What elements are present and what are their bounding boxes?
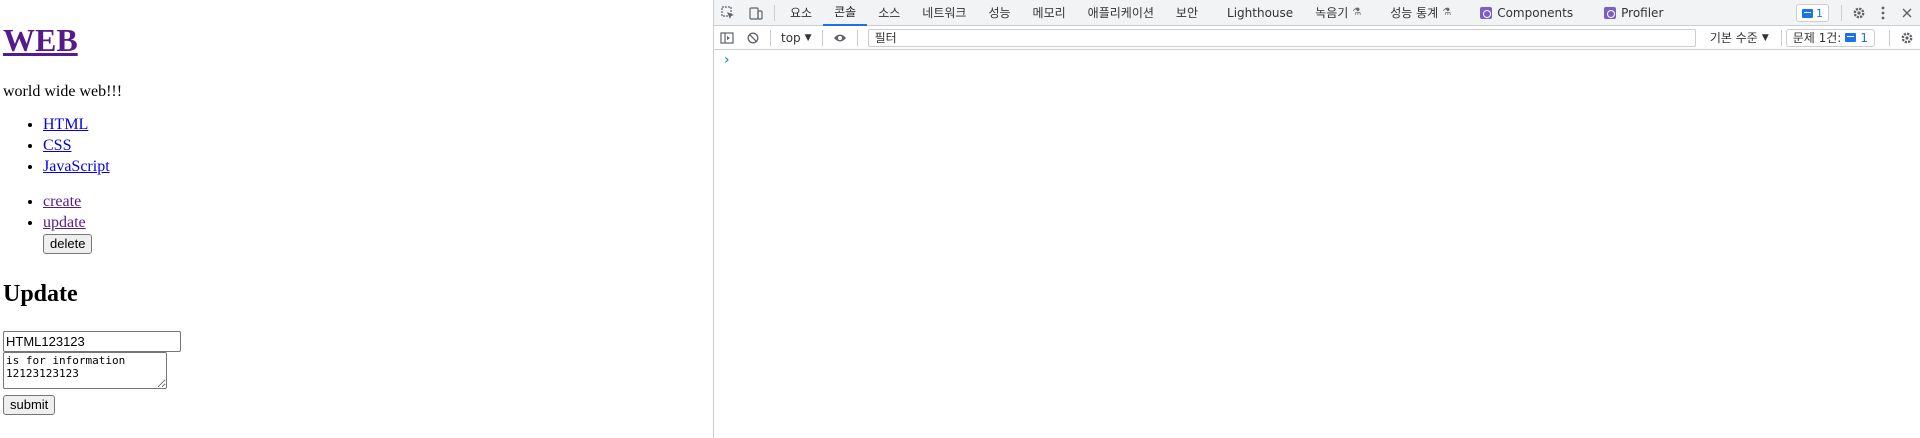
topic-link-css[interactable]: CSS — [43, 137, 71, 154]
console-settings-gear-icon[interactable] — [1894, 25, 1920, 51]
tab-performance-insights[interactable]: 성능 통계 ⚗ — [1372, 0, 1462, 26]
update-form: is for information 12123123123 submit — [3, 331, 712, 415]
topic-link-javascript[interactable]: JavaScript — [43, 158, 110, 175]
divider — [774, 4, 775, 21]
divider — [1841, 5, 1842, 21]
divider — [1780, 29, 1782, 46]
home-link[interactable]: WEB — [3, 22, 78, 58]
divider — [1889, 29, 1890, 46]
console-output[interactable]: › — [714, 50, 1920, 438]
divider — [821, 29, 823, 46]
dropdown-arrow-icon: ▼ — [804, 32, 812, 43]
list-item: JavaScript — [43, 156, 712, 177]
divider — [770, 29, 771, 46]
live-expression-eye-icon[interactable] — [827, 25, 853, 51]
context-selector[interactable]: top ▼ — [775, 26, 818, 50]
tab-lighthouse[interactable]: Lighthouse — [1209, 0, 1304, 26]
issues-badge[interactable]: 1 — [1796, 4, 1829, 22]
react-icon — [1480, 6, 1493, 19]
description-textarea[interactable]: is for information 12123123123 — [3, 352, 167, 389]
list-item: HTML — [43, 114, 712, 135]
console-prompt-chevron-icon: › — [724, 52, 730, 68]
context-value: top — [781, 30, 801, 45]
inspect-element-icon[interactable] — [714, 0, 742, 26]
dropdown-arrow-icon: ▼ — [1761, 32, 1769, 43]
tab-sources[interactable]: 소스 — [867, 0, 911, 26]
submit-button[interactable]: submit — [3, 395, 56, 415]
tab-recorder[interactable]: 녹음기 ⚗ — [1304, 0, 1372, 26]
tab-profiler[interactable]: Profiler — [1584, 0, 1674, 26]
tab-security[interactable]: 보안 — [1165, 0, 1209, 26]
issues-count: 1 — [1860, 30, 1868, 45]
flask-icon: ⚗ — [1442, 7, 1452, 18]
device-toolbar-icon[interactable] — [742, 0, 770, 26]
issues-button[interactable]: 문제 1건: 1 — [1785, 28, 1875, 47]
sidebar-toggle-icon[interactable] — [714, 25, 740, 51]
devtools-tab-bar: 요소 콘솔 소스 네트워크 성능 메모리 애플리케이션 보안 Lighthous… — [714, 0, 1920, 26]
tab-components[interactable]: Components — [1462, 0, 1584, 26]
title-input[interactable] — [3, 331, 181, 352]
form-heading: Update — [3, 281, 78, 307]
log-level-dropdown[interactable]: 기본 수준 ▼ — [1702, 29, 1777, 46]
update-link[interactable]: update — [43, 214, 86, 231]
control-list: create update — [3, 191, 712, 233]
list-item: CSS — [43, 135, 712, 156]
filter-placeholder: 필터 — [874, 31, 897, 45]
tab-elements[interactable]: 요소 — [779, 0, 823, 26]
more-options-icon[interactable] — [1872, 0, 1894, 26]
tab-label: 녹음기 — [1315, 6, 1349, 20]
topic-link-html[interactable]: HTML — [43, 116, 88, 133]
tab-network[interactable]: 네트워크 — [911, 0, 977, 26]
tab-label: Profiler — [1621, 5, 1664, 20]
submit-wrap: submit — [3, 395, 712, 415]
flask-icon: ⚗ — [1352, 7, 1362, 18]
react-icon — [1604, 6, 1617, 19]
list-item: update — [43, 212, 712, 233]
settings-gear-icon[interactable] — [1846, 0, 1872, 26]
list-item: create — [43, 191, 712, 212]
create-link[interactable]: create — [43, 193, 81, 210]
console-filter-input[interactable]: 필터 — [867, 28, 1696, 47]
topic-list: HTML CSS JavaScript — [3, 114, 712, 177]
tab-label: 성능 통계 — [1390, 6, 1439, 20]
message-icon — [1845, 33, 1857, 42]
tab-label: Lighthouse — [1227, 5, 1294, 20]
issues-badge-count: 1 — [1816, 6, 1823, 20]
delete-button[interactable]: delete — [43, 234, 93, 254]
issues-label: 문제 1건: — [1792, 31, 1842, 45]
delete-form: delete — [3, 234, 712, 254]
tab-application[interactable]: 애플리케이션 — [1077, 0, 1165, 26]
tab-console[interactable]: 콘솔 — [823, 0, 868, 26]
web-page: WEB world wide web!!! HTML CSS JavaScrip… — [0, 0, 712, 438]
divider — [856, 29, 858, 46]
devtools-right-actions: 1 — [1796, 0, 1920, 26]
devtools-panel: 요소 콘솔 소스 네트워크 성능 메모리 애플리케이션 보안 Lighthous… — [713, 0, 1920, 438]
page-heading: WEB — [3, 20, 712, 60]
page-description: world wide web!!! — [3, 83, 123, 100]
clear-console-icon[interactable] — [740, 25, 766, 51]
tab-label: Components — [1497, 5, 1574, 20]
log-level-value: 기본 수준 — [1709, 31, 1758, 45]
tab-performance[interactable]: 성능 — [977, 0, 1021, 26]
tab-memory[interactable]: 메모리 — [1022, 0, 1077, 26]
message-icon — [1802, 8, 1813, 18]
close-icon[interactable] — [1894, 0, 1920, 26]
console-toolbar: top ▼ 필터 기본 수준 ▼ 문제 1건: 1 — [714, 26, 1920, 50]
